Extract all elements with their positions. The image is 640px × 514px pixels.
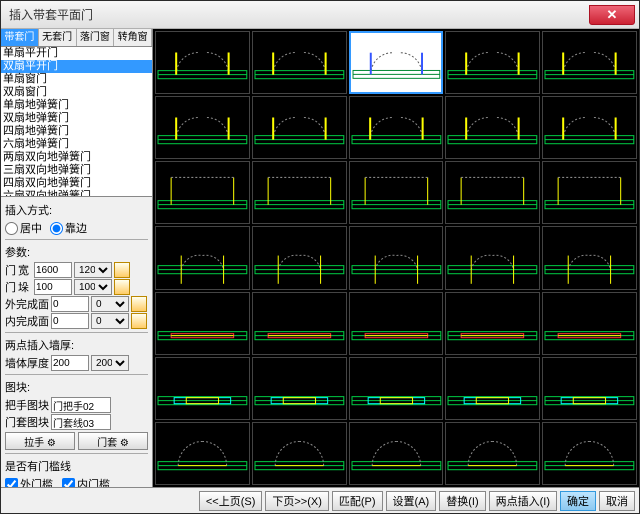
- preview-cell[interactable]: [155, 161, 250, 224]
- preview-grid-area: [153, 29, 639, 487]
- match-button[interactable]: 匹配(P): [332, 491, 383, 511]
- preview-cell[interactable]: [349, 292, 444, 355]
- preview-cell[interactable]: [349, 96, 444, 159]
- preview-cell[interactable]: [542, 96, 637, 159]
- preview-cell[interactable]: [155, 357, 250, 420]
- inner-face-input[interactable]: [51, 313, 89, 329]
- two-point-button[interactable]: 两点插入(I): [489, 491, 557, 511]
- preview-cell[interactable]: [445, 292, 540, 355]
- preview-cell[interactable]: [542, 226, 637, 289]
- preview-cell[interactable]: [445, 357, 540, 420]
- list-item[interactable]: 双扇窗门: [1, 86, 152, 99]
- door-stub-input[interactable]: [34, 279, 72, 295]
- dialog-window: 插入带套平面门 ✕ 带套门 无套门 落门窗 转角窗 单扇平开门双扇平开门单扇窗门…: [0, 0, 640, 514]
- sill-label: 是否有门槛线: [5, 458, 148, 474]
- preview-cell[interactable]: [542, 161, 637, 224]
- insert-center[interactable]: 居中: [5, 220, 42, 236]
- pick-icon[interactable]: [114, 279, 130, 295]
- door-width-input[interactable]: [34, 262, 72, 278]
- wall-thk-input[interactable]: [51, 355, 89, 371]
- list-item[interactable]: 双扇平开门: [1, 60, 152, 73]
- tab-3[interactable]: 转角窗: [114, 29, 152, 46]
- preview-cell[interactable]: [252, 96, 347, 159]
- close-button[interactable]: ✕: [589, 5, 635, 25]
- list-item[interactable]: 四扇地弹簧门: [1, 125, 152, 138]
- list-item[interactable]: 单扇地弹簧门: [1, 99, 152, 112]
- footer-toolbar: <<上页(S) 下页>>(X) 匹配(P) 设置(A) 替换(I) 两点插入(I…: [1, 487, 639, 513]
- preview-cell[interactable]: [252, 31, 347, 94]
- titlebar: 插入带套平面门 ✕: [1, 1, 639, 29]
- preview-cell[interactable]: [349, 422, 444, 485]
- wall-thk-sel[interactable]: 200: [91, 355, 129, 371]
- list-item[interactable]: 双扇地弹簧门: [1, 112, 152, 125]
- door-width-sel[interactable]: 120: [74, 262, 112, 278]
- prev-page-button[interactable]: <<上页(S): [199, 491, 263, 511]
- tab-1[interactable]: 无套门: [39, 29, 77, 46]
- preview-cell[interactable]: [542, 357, 637, 420]
- category-tabs: 带套门 无套门 落门窗 转角窗: [1, 29, 152, 47]
- list-item[interactable]: 四扇双向地弹簧门: [1, 177, 152, 190]
- preview-cell[interactable]: [252, 226, 347, 289]
- next-page-button[interactable]: 下页>>(X): [265, 491, 329, 511]
- door-type-list[interactable]: 单扇平开门双扇平开门单扇窗门双扇窗门单扇地弹簧门双扇地弹簧门四扇地弹簧门六扇地弹…: [1, 47, 152, 197]
- preview-cell[interactable]: [252, 292, 347, 355]
- preview-cell[interactable]: [155, 96, 250, 159]
- preview-cell[interactable]: [445, 226, 540, 289]
- preview-cell[interactable]: [542, 31, 637, 94]
- handle-button[interactable]: 拉手 ⚙: [5, 432, 75, 450]
- settings-button[interactable]: 设置(A): [386, 491, 437, 511]
- preview-cell[interactable]: [445, 31, 540, 94]
- list-item[interactable]: 三扇双向地弹簧门: [1, 164, 152, 177]
- cancel-button[interactable]: 取消: [599, 491, 635, 511]
- preview-cell[interactable]: [349, 31, 444, 94]
- insert-mode-label: 插入方式:: [5, 202, 148, 218]
- pick-icon[interactable]: [131, 313, 147, 329]
- preview-cell[interactable]: [155, 226, 250, 289]
- params-label: 参数:: [5, 244, 148, 260]
- list-item[interactable]: 两扇双向地弹簧门: [1, 151, 152, 164]
- preview-cell[interactable]: [349, 357, 444, 420]
- preview-cell[interactable]: [155, 422, 250, 485]
- preview-cell[interactable]: [252, 161, 347, 224]
- preview-cell[interactable]: [445, 422, 540, 485]
- wall-label: 两点插入墙厚:: [5, 337, 148, 353]
- block-label: 图块:: [5, 379, 148, 395]
- door-stub-sel[interactable]: 100: [74, 279, 112, 295]
- preview-cell[interactable]: [155, 292, 250, 355]
- list-item[interactable]: 六扇地弹簧门: [1, 138, 152, 151]
- frame-button[interactable]: 门套 ⚙: [78, 432, 148, 450]
- tab-2[interactable]: 落门窗: [77, 29, 115, 46]
- list-item[interactable]: 六扇双向地弹簧门: [1, 190, 152, 197]
- preview-cell[interactable]: [542, 292, 637, 355]
- replace-button[interactable]: 替换(I): [439, 491, 485, 511]
- pick-icon[interactable]: [131, 296, 147, 312]
- outer-sill-cb[interactable]: 外门槛: [5, 476, 53, 487]
- list-item[interactable]: 单扇窗门: [1, 73, 152, 86]
- inner-sill-cb[interactable]: 内门槛: [62, 476, 110, 487]
- tab-0[interactable]: 带套门: [1, 29, 39, 46]
- pick-icon[interactable]: [114, 262, 130, 278]
- frame-block-input[interactable]: [51, 414, 111, 430]
- ok-button[interactable]: 确定: [560, 491, 596, 511]
- preview-cell[interactable]: [349, 161, 444, 224]
- preview-cell[interactable]: [252, 357, 347, 420]
- preview-cell[interactable]: [252, 422, 347, 485]
- outer-face-sel[interactable]: 0: [91, 296, 129, 312]
- preview-cell[interactable]: [349, 226, 444, 289]
- insert-edge[interactable]: 靠边: [50, 220, 87, 236]
- preview-cell[interactable]: [445, 161, 540, 224]
- inner-face-sel[interactable]: 0: [91, 313, 129, 329]
- window-title: 插入带套平面门: [9, 6, 93, 23]
- handle-block-input[interactable]: [51, 397, 111, 413]
- list-item[interactable]: 单扇平开门: [1, 47, 152, 60]
- preview-cell[interactable]: [445, 96, 540, 159]
- params-panel: 插入方式: 居中 靠边 参数: 门宽 120 门垛: [1, 197, 152, 487]
- preview-cell[interactable]: [155, 31, 250, 94]
- preview-cell[interactable]: [542, 422, 637, 485]
- left-panel: 带套门 无套门 落门窗 转角窗 单扇平开门双扇平开门单扇窗门双扇窗门单扇地弹簧门…: [1, 29, 153, 487]
- outer-face-input[interactable]: [51, 296, 89, 312]
